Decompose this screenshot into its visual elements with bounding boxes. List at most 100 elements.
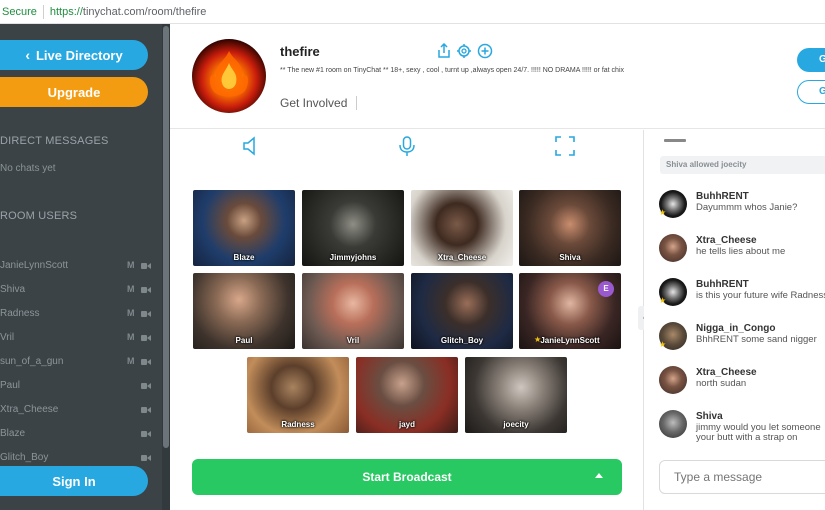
chat-text-line: is this your future wife Radness <box>696 290 825 301</box>
room-user-row[interactable]: Glitch_Boy <box>0 450 160 466</box>
no-chats-text: No chats yet <box>0 163 56 174</box>
video-tile[interactable]: Paul <box>193 273 295 349</box>
chat-text: Dayummm whos Janie? <box>696 203 825 213</box>
room-user-name: Xtra_Cheese <box>0 404 59 415</box>
room-user-name: Glitch_Boy <box>0 452 49 463</box>
video-tile[interactable]: Glitch_Boy <box>411 273 513 349</box>
chat-text-line: your butt with a strap on <box>696 432 798 443</box>
chat-avatar[interactable] <box>659 366 687 394</box>
room-user-row[interactable]: Blaze <box>0 426 160 442</box>
browser-url-bar[interactable]: Secure https:// tinychat.com/room/thefir… <box>0 0 825 24</box>
room-avatar <box>192 39 266 113</box>
video-user-label: Vril <box>346 336 360 345</box>
url-path: tinychat.com/room/thefire <box>82 5 207 18</box>
video-tile[interactable]: Xtra_Cheese <box>411 190 513 266</box>
camera-icon <box>141 431 151 437</box>
room-user-row[interactable]: JanieLynnScott M <box>0 258 160 274</box>
video-user-label: jayd <box>398 420 415 429</box>
room-description: ** The new #1 room on TinyChat ** 18+, s… <box>280 67 625 74</box>
camera-icon <box>141 335 151 341</box>
url-protocol: https:// <box>49 5 83 18</box>
chat-cropped-avatar <box>664 139 686 142</box>
live-directory-button[interactable]: ‹ Live Directory <box>0 40 148 70</box>
video-user-label: Blaze <box>233 253 255 262</box>
chat-username[interactable]: Xtra_Cheese <box>696 367 757 378</box>
camera-icon <box>141 287 151 293</box>
start-broadcast-label: Start Broadcast <box>362 470 452 484</box>
room-user-row[interactable]: Radness M <box>0 306 160 322</box>
camera-icon <box>141 383 151 389</box>
add-circle-icon[interactable] <box>477 43 493 59</box>
video-tile[interactable]: Blaze <box>193 190 295 266</box>
speaker-icon[interactable] <box>239 135 261 157</box>
room-user-name: Radness <box>0 308 40 319</box>
chat-text-line: Dayummm whos Janie? <box>696 202 798 213</box>
chat-username[interactable]: BuhhRENT <box>696 279 749 290</box>
chat-text-line: BhhRENT some sand nigger <box>696 334 817 345</box>
room-user-row[interactable]: Xtra_Cheese <box>0 402 160 418</box>
get-involved-link[interactable]: Get Involved <box>280 96 347 110</box>
upgrade-button[interactable]: Upgrade <box>0 77 148 107</box>
room-user-row[interactable]: Paul <box>0 378 160 394</box>
chat-message-input[interactable] <box>659 460 825 494</box>
chat-message: ★ Nigga_in_Congo BhhRENT some sand nigger <box>659 322 825 362</box>
gear-icon[interactable] <box>456 43 472 59</box>
chat-text: north sudan <box>696 379 825 389</box>
microphone-icon[interactable] <box>396 135 418 157</box>
sign-in-button[interactable]: Sign In <box>0 466 148 496</box>
fullscreen-icon[interactable] <box>554 135 576 157</box>
chat-text: jimmy would you let someone your butt wit… <box>696 423 825 443</box>
video-tile[interactable]: JanieLynnScott E ★ <box>519 273 621 349</box>
chat-username[interactable]: BuhhRENT <box>696 191 749 202</box>
header-divider <box>356 96 357 110</box>
flame-logo-icon <box>209 51 249 97</box>
video-user-label: joecity <box>503 420 529 429</box>
room-user-name: Blaze <box>0 428 26 439</box>
room-user-row[interactable]: Vril M <box>0 330 160 346</box>
room-user-name: sun_of_a_gun <box>0 356 64 367</box>
room-user-row[interactable]: Shiva M <box>0 282 160 298</box>
star-icon: ★ <box>659 340 667 349</box>
camera-icon <box>141 311 151 317</box>
header-primary-button[interactable]: G <box>797 48 825 72</box>
video-tile[interactable]: jayd <box>356 357 458 433</box>
camera-icon <box>141 263 151 269</box>
chat-text: BhhRENT some sand nigger <box>696 335 825 345</box>
video-user-label: Paul <box>235 336 253 345</box>
start-broadcast-button[interactable]: Start Broadcast <box>192 459 622 495</box>
video-tile[interactable]: Shiva <box>519 190 621 266</box>
share-icon[interactable] <box>436 43 452 59</box>
room-user-name: JanieLynnScott <box>0 260 69 271</box>
chat-avatar[interactable] <box>659 410 687 438</box>
chat-message: Xtra_Cheese he tells lies about me <box>659 234 825 274</box>
camera-icon <box>141 359 151 365</box>
upgrade-label: Upgrade <box>47 84 101 100</box>
sidebar-scroll-thumb[interactable] <box>163 26 169 448</box>
room-user-row[interactable]: sun_of_a_gun M <box>0 354 160 370</box>
moderator-badge: M <box>127 356 135 366</box>
chat-username[interactable]: Xtra_Cheese <box>696 235 757 246</box>
star-icon: ★ <box>659 296 667 305</box>
camera-icon <box>141 455 151 461</box>
chat-text-line: he tells lies about me <box>696 246 786 257</box>
direct-messages-heading: DIRECT MESSAGES <box>0 135 109 147</box>
chevron-left-icon: ‹ <box>25 47 30 63</box>
header-secondary-button[interactable]: G <box>797 80 825 104</box>
secure-label: Secure <box>2 5 37 18</box>
room-name: thefire <box>280 44 320 59</box>
video-tile[interactable]: Jimmyjohns <box>302 190 404 266</box>
chat-avatar[interactable] <box>659 234 687 262</box>
caret-up-icon[interactable] <box>595 473 603 478</box>
chat-username[interactable]: Nigga_in_Congo <box>696 323 775 334</box>
video-tile[interactable]: Radness <box>247 357 349 433</box>
chat-username[interactable]: Shiva <box>696 411 723 422</box>
room-user-name: Shiva <box>0 284 26 295</box>
room-users-heading: ROOM USERS <box>0 210 78 222</box>
video-user-label: Glitch_Boy <box>440 336 484 345</box>
video-user-label: Shiva <box>559 253 581 262</box>
chat-message: Xtra_Cheese north sudan <box>659 366 825 406</box>
moderator-badge: M <box>127 284 135 294</box>
user-badge: E <box>598 281 614 297</box>
video-tile[interactable]: Vril <box>302 273 404 349</box>
video-tile[interactable]: joecity <box>465 357 567 433</box>
